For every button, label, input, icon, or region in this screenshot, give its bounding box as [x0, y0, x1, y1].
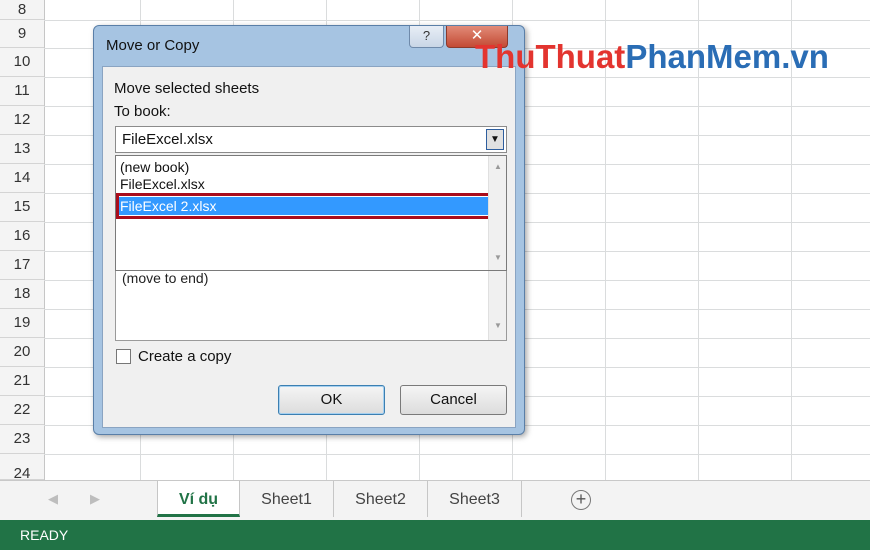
scroll-down-icon[interactable]: ▼: [494, 321, 502, 330]
move-or-copy-dialog: Move or Copy ? ✕ Move selected sheets To…: [93, 25, 525, 435]
row-header-18[interactable]: 18: [0, 280, 44, 309]
dropdown-scrollbar[interactable]: ▲ ▼: [488, 156, 506, 270]
row-header-13[interactable]: 13: [0, 135, 44, 164]
row-header-column: 8 9 10 11 12 13 14 15 16 17 18 19 20 21 …: [0, 0, 45, 480]
grid-line: [44, 20, 870, 21]
sheet-tab-bar: ◀ ▶ Ví dụ Sheet1 Sheet2 Sheet3 +: [0, 480, 870, 521]
dialog-body: Move selected sheets To book: (move to e…: [102, 66, 516, 428]
watermark-part: Thuat: [535, 38, 626, 75]
row-header-24[interactable]: 24: [0, 454, 44, 480]
scroll-tabs-left-icon[interactable]: ◀: [48, 491, 58, 507]
watermark-part: .vn: [781, 38, 829, 75]
row-header-11[interactable]: 11: [0, 77, 44, 106]
to-book-value: FileExcel.xlsx: [122, 131, 213, 148]
scroll-tabs-right-icon[interactable]: ▶: [90, 491, 100, 507]
watermark-part: Thu: [475, 38, 536, 75]
create-copy-checkbox[interactable]: [116, 349, 131, 364]
sheet-tab-sheet2[interactable]: Sheet2: [334, 481, 428, 517]
row-header-10[interactable]: 10: [0, 48, 44, 77]
sheet-tab-sheet3[interactable]: Sheet3: [428, 481, 522, 517]
row-header-19[interactable]: 19: [0, 309, 44, 338]
help-button[interactable]: ?: [409, 26, 444, 48]
scroll-down-icon[interactable]: ▼: [494, 253, 502, 262]
scroll-up-icon[interactable]: ▲: [494, 162, 502, 171]
row-header-16[interactable]: 16: [0, 222, 44, 251]
row-header-20[interactable]: 20: [0, 338, 44, 367]
grid-line: [44, 454, 870, 455]
status-text: READY: [20, 527, 69, 543]
ok-button[interactable]: OK: [278, 385, 385, 415]
to-book-dropdown-list[interactable]: (new book) FileExcel.xlsx FileExcel 2.xl…: [115, 155, 507, 271]
list-item[interactable]: (move to end): [122, 270, 208, 286]
dropdown-option-new-book[interactable]: (new book): [120, 159, 189, 175]
sheet-tab-vi-du[interactable]: Ví dụ: [157, 481, 240, 517]
dropdown-arrow-icon[interactable]: ▼: [486, 129, 504, 150]
row-header-12[interactable]: 12: [0, 106, 44, 135]
move-selected-sheets-label: Move selected sheets: [114, 80, 260, 97]
cancel-button[interactable]: Cancel: [400, 385, 507, 415]
new-sheet-plus-icon[interactable]: +: [571, 490, 591, 510]
row-header-14[interactable]: 14: [0, 164, 44, 193]
row-header-23[interactable]: 23: [0, 425, 44, 454]
to-book-combobox[interactable]: FileExcel.xlsx ▼: [115, 126, 507, 153]
dropdown-option-fileexcel[interactable]: FileExcel.xlsx: [120, 176, 205, 192]
sheet-tab-sheet1[interactable]: Sheet1: [240, 481, 334, 517]
row-header-9[interactable]: 9: [0, 20, 44, 48]
highlight-box: [116, 193, 492, 219]
row-header-15[interactable]: 15: [0, 193, 44, 222]
row-header-21[interactable]: 21: [0, 367, 44, 396]
row-header-17[interactable]: 17: [0, 251, 44, 280]
create-copy-label[interactable]: Create a copy: [138, 348, 231, 365]
row-header-22[interactable]: 22: [0, 396, 44, 425]
status-bar: READY: [0, 520, 870, 550]
watermark-part: PhanMem: [625, 38, 782, 75]
watermark-logo: ThuThuatPhanMem.vn: [475, 38, 829, 76]
row-header-8[interactable]: 8: [0, 0, 44, 20]
dialog-title: Move or Copy: [106, 37, 200, 54]
to-book-label: To book:: [114, 103, 171, 120]
